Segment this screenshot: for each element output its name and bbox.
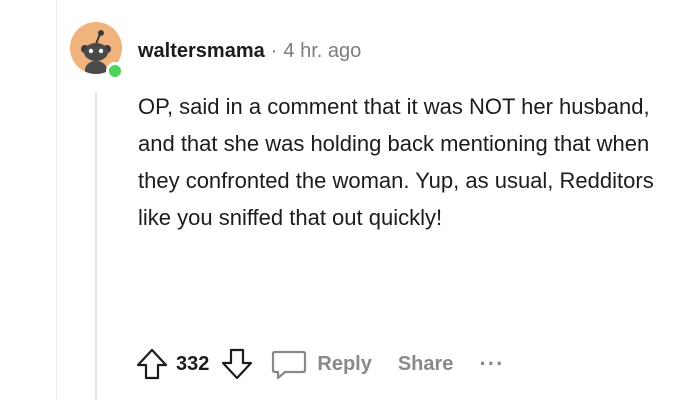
vote-count: 332 — [176, 352, 210, 375]
username-link[interactable]: waltersmama — [138, 40, 265, 62]
comment-meta: waltersmama · 4 hr. ago — [138, 38, 361, 64]
comment-actions: 332 Reply Share ··· — [134, 344, 504, 384]
upvote-arrow-icon — [136, 348, 168, 380]
reply-label: Reply — [317, 352, 372, 375]
thread-line[interactable] — [95, 92, 97, 400]
upvote-button[interactable] — [134, 346, 170, 382]
left-gutter — [0, 0, 57, 400]
timestamp[interactable]: 4 hr. ago — [283, 40, 361, 62]
more-options-icon[interactable]: ··· — [479, 353, 504, 375]
share-button[interactable]: Share — [398, 353, 454, 376]
online-status-dot — [106, 62, 124, 80]
downvote-arrow-icon — [222, 348, 253, 380]
comment-body: OP, said in a comment that it was NOT he… — [138, 94, 654, 230]
reply-button[interactable]: Reply — [269, 346, 372, 382]
comment-bubble-icon — [272, 350, 307, 380]
downvote-button[interactable] — [219, 346, 255, 382]
meta-separator: · — [270, 40, 278, 62]
